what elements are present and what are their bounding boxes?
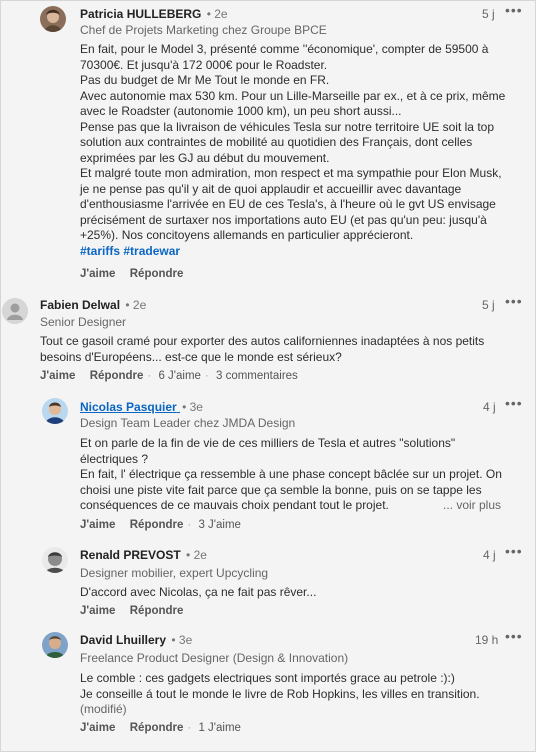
- author-name[interactable]: Patricia HULLEBERG • 2e: [80, 7, 228, 21]
- more-options-icon[interactable]: •••: [505, 543, 523, 559]
- comment-line: +25%). Nos concitoyens allemands en part…: [80, 228, 414, 242]
- comment-line: En fait, pour le Model 3, présenté comme…: [80, 42, 489, 56]
- author-name-text[interactable]: David Lhuillery: [80, 633, 166, 647]
- comment-actions: J'aime Répondre · 1 J'aime: [80, 722, 241, 734]
- author-headline: Designer mobilier, expert Upcycling: [80, 566, 269, 580]
- more-options-icon[interactable]: •••: [505, 293, 523, 309]
- hashtags[interactable]: #tariffs #tradewar: [80, 244, 510, 260]
- comment-line: d'enthousiasme l'arrivée en EU de ces Te…: [80, 197, 496, 211]
- comment-body: Le comble : ces gadgets electriques sont…: [80, 671, 520, 718]
- comment-actions: J'aime Répondre: [80, 605, 183, 617]
- reply-button[interactable]: Répondre: [130, 519, 184, 531]
- like-button[interactable]: J'aime: [80, 268, 115, 280]
- more-options-icon[interactable]: •••: [505, 2, 523, 18]
- separator: [119, 605, 122, 617]
- comment-line: Je conseille á tout le monde le livre de…: [80, 686, 480, 701]
- comment-line: Pas du budget de Mr Me Tout le monde en …: [80, 73, 330, 87]
- separator: [119, 722, 122, 734]
- comment-actions: J'aime Répondre: [80, 268, 183, 280]
- comment-line: D'accord avec Nicolas, ça ne fait pas rê…: [80, 585, 317, 599]
- avatar[interactable]: [40, 6, 66, 32]
- comment-line: En fait, l' électrique ça ressemble à un…: [80, 467, 502, 481]
- reply-button[interactable]: Répondre: [130, 605, 184, 617]
- comment-body: D'accord avec Nicolas, ça ne fait pas rê…: [80, 585, 510, 601]
- author-name-text[interactable]: Fabien Delwal: [40, 298, 120, 312]
- likes-count[interactable]: 1 J'aime: [198, 722, 240, 734]
- comment-body: Tout ce gasoil cramé pour exporter des a…: [40, 334, 520, 365]
- author-name-text[interactable]: Patricia HULLEBERG: [80, 7, 201, 21]
- comment-actions: J'aime Répondre · 6 J'aime · 3 commentaire…: [40, 370, 298, 382]
- comment-line: Tout ce gasoil cramé pour exporter des a…: [40, 334, 485, 348]
- profile-photo-icon: [42, 547, 68, 573]
- comment-line: Pense pas que la livraison de véhicules …: [80, 119, 494, 134]
- timestamp: 19 h: [475, 633, 499, 647]
- separator: [119, 519, 122, 531]
- connection-degree: • 2e: [206, 7, 228, 21]
- author-headline: Freelance Product Designer (Design & Inn…: [80, 651, 349, 665]
- timestamp: 5 j: [482, 298, 495, 312]
- avatar[interactable]: [42, 547, 68, 573]
- like-button[interactable]: J'aime: [80, 519, 115, 531]
- author-headline: Senior Designer: [40, 315, 127, 329]
- separator: [79, 370, 82, 382]
- comment-line: électriques ?: [80, 451, 149, 466]
- author-name[interactable]: Renald PREVOST • 2e: [80, 548, 207, 562]
- profile-photo-icon: [40, 6, 66, 32]
- connection-degree: • 3e: [182, 400, 203, 414]
- reply-button[interactable]: Répondre: [130, 722, 184, 734]
- separator: [119, 268, 122, 280]
- likes-count[interactable]: 6 J'aime: [158, 370, 200, 382]
- connection-degree: • 3e: [171, 633, 193, 647]
- timestamp: 4 j: [483, 400, 496, 414]
- timestamp: 4 j: [483, 548, 496, 562]
- comment-line: Avec autonomie max 530 km. Pour un Lille…: [80, 88, 506, 103]
- profile-photo-icon: [42, 398, 68, 424]
- comments-count[interactable]: 3 commentaires: [216, 370, 298, 382]
- more-options-icon[interactable]: •••: [505, 395, 523, 411]
- comment-actions: J'aime Répondre · 3 J'aime: [80, 519, 241, 531]
- avatar[interactable]: [42, 632, 68, 658]
- comment-body: En fait, pour le Model 3, présenté comme…: [80, 42, 510, 259]
- edited-label: (modifié): [80, 702, 127, 716]
- like-button[interactable]: J'aime: [40, 370, 75, 382]
- author-headline: Chef de Projets Marketing chez Groupe BP…: [80, 23, 327, 37]
- author-name-text[interactable]: Renald PREVOST: [80, 548, 181, 562]
- comment-line: précisément de surtaxer nos importations…: [80, 212, 487, 227]
- comment-line: Et malgré toute mon admiration, mon resp…: [80, 166, 502, 180]
- author-name[interactable]: Nicolas Pasquier • 3e: [80, 400, 203, 414]
- see-more-link[interactable]: ... voir plus: [443, 498, 501, 512]
- comment-line: avec le Roadster (autonomie 1000 km), un…: [80, 104, 402, 118]
- avatar[interactable]: [42, 398, 68, 424]
- author-name[interactable]: David Lhuillery • 3e: [80, 633, 192, 647]
- timestamp: 5 j: [482, 7, 495, 21]
- separator: ·: [187, 519, 192, 531]
- connection-degree: • 2e: [186, 548, 207, 562]
- avatar[interactable]: [2, 298, 28, 324]
- comment-line: je ne pense pas qu'il y ait de quoi appl…: [80, 181, 462, 196]
- author-name-link[interactable]: Nicolas Pasquier: [80, 400, 177, 414]
- separator: ·: [204, 370, 209, 382]
- separator: ·: [187, 722, 192, 734]
- comment-line: besoins d'Européens... est-ce que le mon…: [40, 349, 342, 364]
- likes-count[interactable]: 3 J'aime: [198, 519, 240, 531]
- comment-line: solution aux contraintes de mobilité au …: [80, 135, 473, 149]
- comment-line: Et on parle de la fin de vie de ces mill…: [80, 436, 456, 450]
- comment-line: choisi une piste vite fait parce que ça …: [80, 482, 482, 497]
- author-headline: Design Team Leader chez JMDA Design: [80, 416, 296, 430]
- more-options-icon[interactable]: •••: [505, 628, 523, 644]
- connection-degree: • 2e: [125, 298, 147, 312]
- separator: ·: [147, 370, 152, 382]
- comment-line: Le comble : ces gadgets electriques sont…: [80, 671, 455, 685]
- comment-line: 70300€. Et jusqu'à 172 000€ pour le Road…: [80, 57, 328, 72]
- like-button[interactable]: J'aime: [80, 605, 115, 617]
- person-silhouette-icon: [2, 298, 28, 324]
- reply-button[interactable]: Répondre: [130, 268, 184, 280]
- comment-line: exprimées par les GJ au début du mouveme…: [80, 150, 330, 165]
- reply-button[interactable]: Répondre: [90, 370, 144, 382]
- like-button[interactable]: J'aime: [80, 722, 115, 734]
- author-name[interactable]: Fabien Delwal • 2e: [40, 298, 146, 312]
- profile-photo-icon: [42, 632, 68, 658]
